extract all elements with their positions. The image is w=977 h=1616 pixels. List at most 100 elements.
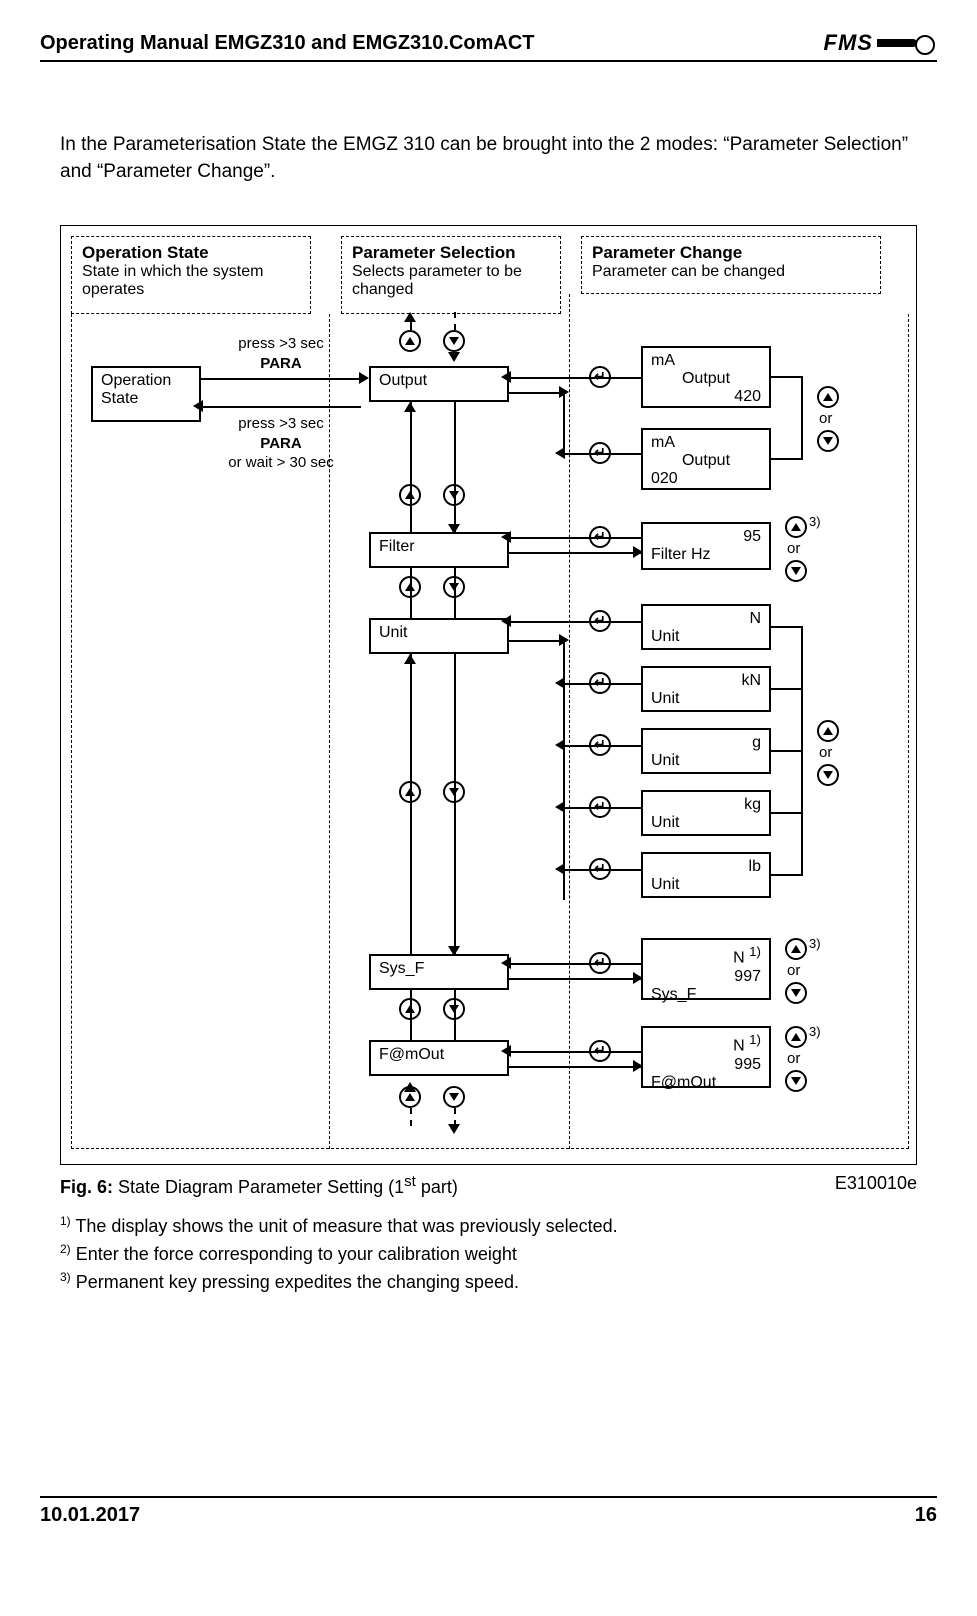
arrow-left-icon: [555, 863, 565, 875]
fmout-value: 995: [651, 1056, 761, 1074]
note-3: 3): [809, 1024, 821, 1039]
page-footer: 10.01.2017 16: [40, 1496, 937, 1527]
page-header: Operating Manual EMGZ310 and EMGZ310.Com…: [40, 30, 937, 62]
box-sysf-value: N 1) 997 Sys_F: [641, 938, 771, 1000]
unit-g-value: g: [651, 734, 761, 752]
label-back-2: PARA: [260, 435, 301, 452]
state-diagram: Operation State State in which the syste…: [60, 225, 917, 1165]
box-output: Output: [369, 366, 509, 402]
ma420-line2: Output: [651, 370, 761, 388]
box-unit-g: g Unit: [641, 728, 771, 774]
label-to-output-2: PARA: [260, 355, 301, 372]
unit-kg-value: kg: [651, 796, 761, 814]
arrow-right-icon: [359, 372, 369, 384]
box-ma-output-020: mA Output 020: [641, 428, 771, 490]
unit-lb-value: lb: [651, 858, 761, 876]
header-title: Operating Manual EMGZ310 and EMGZ310.Com…: [40, 32, 535, 55]
unit-kn-value: kN: [651, 672, 761, 690]
ma420-value: 420: [651, 388, 761, 406]
figure-text2: part): [416, 1177, 458, 1197]
figure-caption: Fig. 6: State Diagram Parameter Setting …: [60, 1173, 917, 1198]
unit-g-label: Unit: [651, 752, 761, 770]
box-ma-output-420: mA Output 420: [641, 346, 771, 408]
col-header-change-sub: Parameter can be changed: [592, 263, 870, 281]
col-header-change: Parameter Change Parameter can be change…: [581, 236, 881, 294]
note-3: 3): [809, 514, 821, 529]
arrow-left-icon: [501, 1045, 511, 1057]
arrow-up-icon: [404, 312, 416, 322]
note-3: 3): [809, 936, 821, 951]
ma420-line1: mA: [651, 352, 761, 370]
diagram-body-outline: [71, 314, 909, 1149]
box-unit-kg: kg Unit: [641, 790, 771, 836]
arrow-left-icon: [501, 531, 511, 543]
intro-text: In the Parameterisation State the EMGZ 3…: [60, 132, 917, 185]
arrow-down-icon: [448, 352, 460, 362]
footer-date: 10.01.2017: [40, 1504, 140, 1527]
fmout-label: F@mOut: [651, 1074, 761, 1092]
figure-text: State Diagram Parameter Setting (1: [113, 1177, 404, 1197]
box-fmout: F@mOut: [369, 1040, 509, 1076]
sysf-unit: N: [733, 950, 745, 967]
unit-kn-label: Unit: [651, 690, 761, 708]
arrow-left-icon: [193, 400, 203, 412]
unit-n-label: Unit: [651, 628, 761, 646]
label-back-1: press >3 sec: [238, 415, 323, 432]
figure-sup: st: [404, 1173, 416, 1190]
filterhz-value: 95: [651, 528, 761, 546]
ma020-line1: mA: [651, 434, 761, 452]
label-back: press >3 sec PARA or wait > 30 sec: [201, 414, 361, 473]
arrow-up-icon: [404, 1082, 416, 1092]
box-unit-n: N Unit: [641, 604, 771, 650]
unit-n-value: N: [651, 610, 761, 628]
fmout-unit: N: [733, 1038, 745, 1055]
box-sysf: Sys_F: [369, 954, 509, 990]
col-header-operation-sub: State in which the system operates: [82, 263, 300, 299]
box-unit-lb: lb Unit: [641, 852, 771, 898]
footnotes: 1) The display shows the unit of measure…: [60, 1212, 917, 1296]
box-unit: Unit: [369, 618, 509, 654]
box-filter: Filter: [369, 532, 509, 568]
arrow-left-icon: [555, 801, 565, 813]
arrow-up-icon: [404, 654, 416, 664]
label-to-output-1: press >3 sec: [238, 335, 323, 352]
box-operation-state: Operation State: [91, 366, 201, 422]
filterhz-label: Filter Hz: [651, 546, 761, 564]
col-header-operation: Operation State State in which the syste…: [71, 236, 311, 314]
fmout-sup: 1): [749, 1032, 761, 1047]
arrow-left-icon: [501, 957, 511, 969]
col-header-operation-title: Operation State: [82, 243, 300, 263]
box-unit-kn: kN Unit: [641, 666, 771, 712]
sysf-sup: 1): [749, 944, 761, 959]
arrow-left-icon: [501, 615, 511, 627]
ma020-line2: Output: [651, 452, 761, 470]
or-label: or: [819, 744, 832, 761]
footnote-2: Enter the force corresponding to your ca…: [76, 1244, 517, 1264]
col-header-selection-sub: Selects parameter to be changed: [352, 263, 550, 299]
arrow-left-icon: [555, 739, 565, 751]
col-header-selection-title: Parameter Selection: [352, 243, 550, 263]
arrow-right-icon: [633, 1060, 643, 1072]
arrow-down-icon: [448, 1124, 460, 1134]
label-to-output: press >3 sec PARA: [211, 334, 351, 373]
unit-lb-label: Unit: [651, 876, 761, 894]
col-header-selection: Parameter Selection Selects parameter to…: [341, 236, 561, 314]
logo-text: FMS: [824, 30, 873, 56]
or-label: or: [819, 410, 832, 427]
footer-page: 16: [915, 1504, 937, 1527]
figure-label: Fig. 6:: [60, 1177, 113, 1197]
arrow-right-icon: [633, 546, 643, 558]
logo-shape-icon: [877, 33, 937, 53]
box-filter-hz: 95 Filter Hz: [641, 522, 771, 570]
or-label: or: [787, 540, 800, 557]
arrow-up-icon: [404, 402, 416, 412]
arrow-left-icon: [555, 677, 565, 689]
footnote-1: The display shows the unit of measure th…: [75, 1216, 617, 1236]
box-fmout-value: N 1) 995 F@mOut: [641, 1026, 771, 1088]
col-header-change-title: Parameter Change: [592, 243, 870, 263]
label-back-3: or wait > 30 sec: [228, 454, 333, 471]
or-label: or: [787, 962, 800, 979]
fms-logo: FMS: [824, 30, 937, 56]
sysf-value: 997: [651, 968, 761, 986]
unit-kg-label: Unit: [651, 814, 761, 832]
